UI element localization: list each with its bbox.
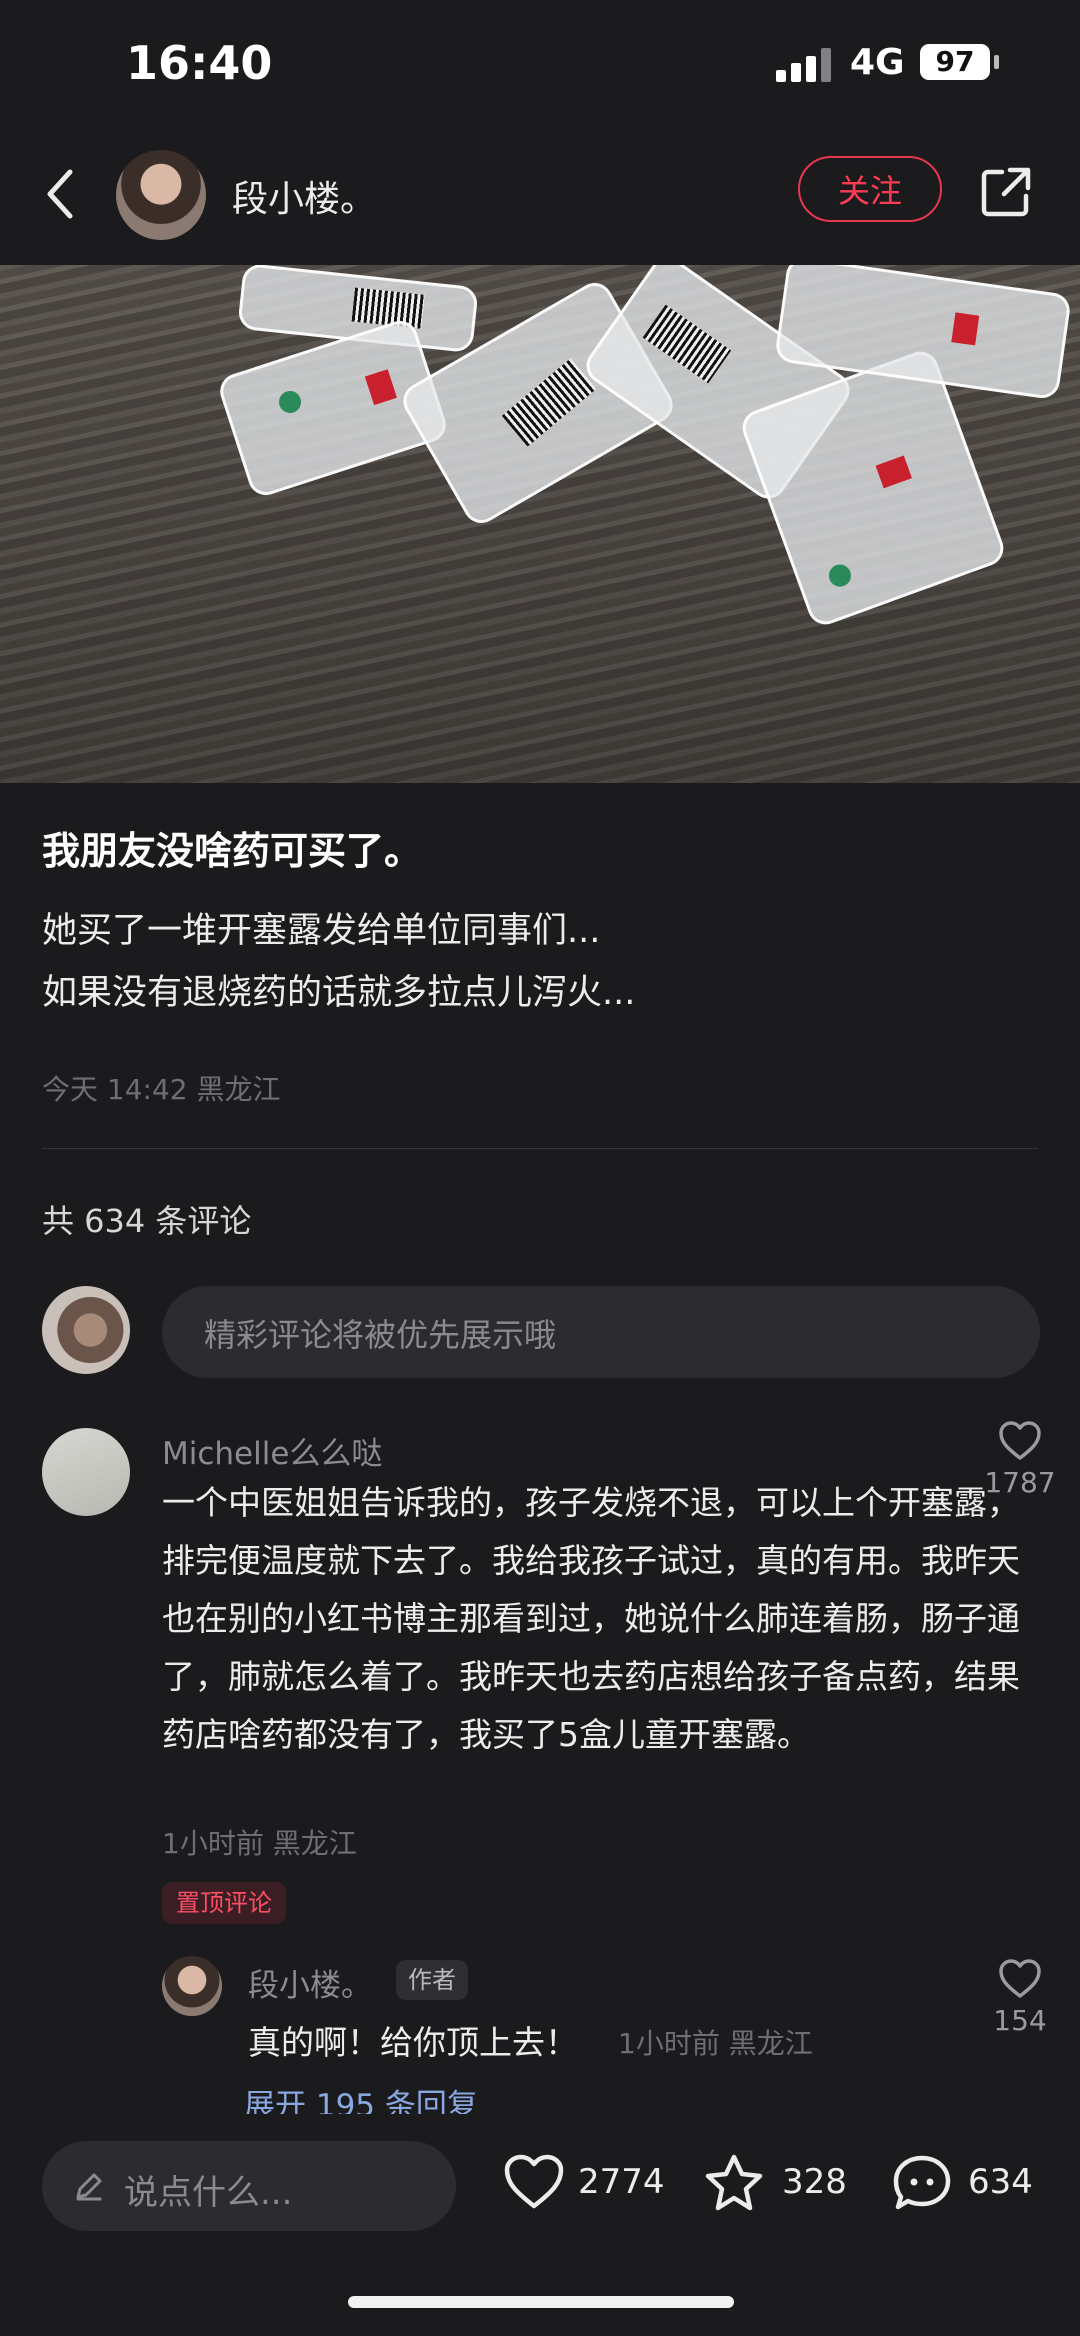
star-icon — [705, 2154, 763, 2211]
status-bar: 16:40 4G 97 — [0, 0, 1080, 130]
pencil-icon — [76, 2173, 102, 2201]
network-type: 4G — [850, 42, 905, 83]
commenter-name[interactable]: Michelle么么哒 — [162, 1428, 382, 1473]
commenter-avatar[interactable] — [42, 1428, 130, 1516]
reply-like-count: 154 — [993, 2004, 1047, 2037]
heart-icon — [504, 2154, 564, 2209]
comment-bubble-icon — [893, 2155, 951, 2210]
my-avatar — [42, 1286, 130, 1374]
pinned-tag: 置顶评论 — [162, 1882, 286, 1924]
author-name[interactable]: 段小楼。 — [232, 170, 376, 222]
reply-avatar[interactable] — [162, 1956, 222, 2016]
favorite-count: 328 — [782, 2162, 847, 2202]
post-image[interactable] — [0, 265, 1080, 783]
divider — [42, 1148, 1038, 1149]
reply-text[interactable]: 真的啊！给你顶上去！ — [248, 2016, 578, 2064]
reply-user[interactable]: 段小楼。 — [248, 1960, 372, 2005]
author-tag: 作者 — [396, 1960, 468, 2000]
post-title: 我朋友没啥药可买了。 — [42, 829, 423, 873]
reply-like-button[interactable]: 154 — [972, 1958, 1068, 2037]
comment-text[interactable]: 一个中医姐姐告诉我的，孩子发烧不退，可以上个开塞露，排完便温度就下去了。我给我孩… — [162, 1474, 1022, 1764]
share-button[interactable] — [978, 164, 1034, 220]
like-button[interactable]: 2774 — [502, 2152, 665, 2216]
battery-icon: 97 — [920, 44, 990, 80]
comment-like-count: 1787 — [984, 1466, 1056, 1499]
reply-meta: 1小时前 黑龙江 — [618, 2027, 813, 2060]
heart-icon — [999, 1959, 1041, 1998]
comment-like-button[interactable]: 1787 — [972, 1420, 1068, 1499]
post-line: 如果没有退烧药的话就多拉点儿泻火... — [42, 973, 636, 1013]
say-placeholder: 说点什么... — [124, 2173, 293, 2213]
battery-tip — [994, 55, 999, 69]
comment-count: 共 634 条评论 — [42, 1202, 252, 1240]
comment-meta: 1小时前 黑龙江 — [162, 1827, 357, 1860]
comment-input-placeholder: 精彩评论将被优先展示哦 — [204, 1316, 557, 1354]
like-count: 2774 — [578, 2162, 665, 2202]
author-avatar[interactable] — [116, 150, 206, 240]
back-button[interactable] — [40, 162, 84, 226]
heart-icon — [999, 1421, 1041, 1460]
post-meta: 今天 14:42 黑龙江 — [42, 1073, 281, 1106]
post-body: 她买了一堆开塞露发给单位同事们... 如果没有退烧药的话就多拉点儿泻火... — [42, 900, 1042, 1024]
signal-icon — [776, 48, 836, 82]
home-indicator[interactable] — [348, 2296, 734, 2308]
comment-input[interactable]: 精彩评论将被优先展示哦 — [162, 1286, 1040, 1378]
follow-button[interactable]: 关注 — [798, 156, 942, 222]
comment-button[interactable]: 634 — [890, 2152, 1050, 2216]
post-line: 她买了一堆开塞露发给单位同事们... — [42, 911, 601, 951]
comment-count-bottom: 634 — [968, 2162, 1033, 2202]
say-something-input[interactable]: 说点什么... — [42, 2141, 456, 2231]
post-header: 段小楼。 关注 — [0, 140, 1080, 250]
favorite-button[interactable]: 328 — [702, 2152, 862, 2216]
status-time: 16:40 — [126, 36, 273, 90]
share-icon — [981, 167, 1031, 217]
chevron-left-icon — [47, 169, 73, 219]
